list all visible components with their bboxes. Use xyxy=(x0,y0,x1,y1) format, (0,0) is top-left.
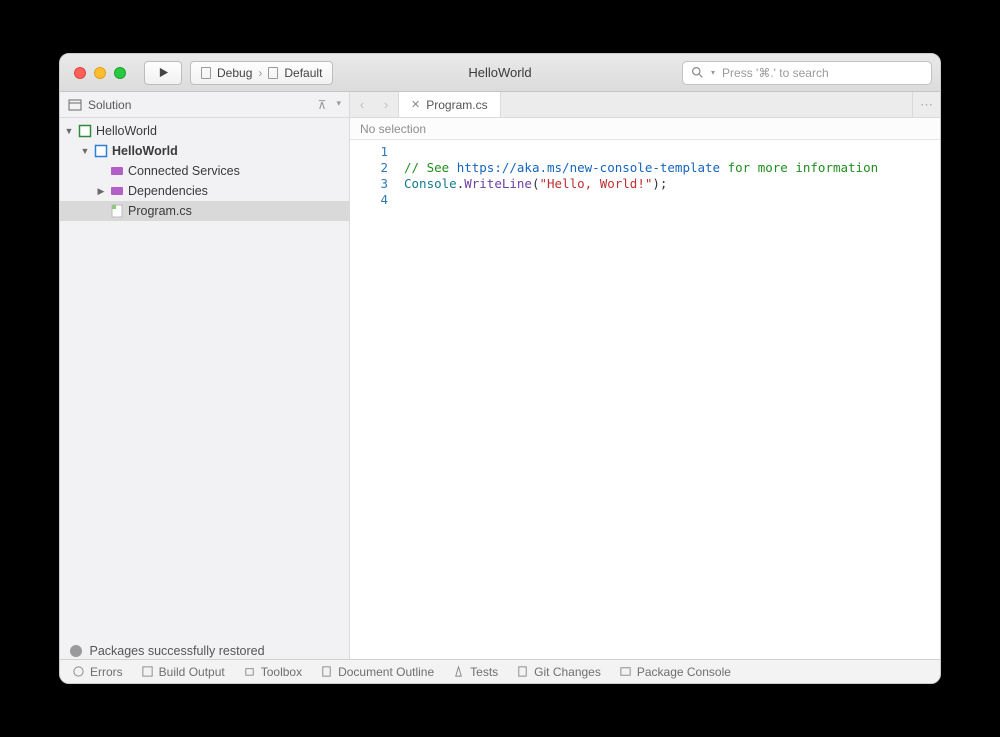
target-icon xyxy=(268,67,278,79)
disclosure-icon[interactable] xyxy=(80,146,90,156)
line-gutter: 1 2 3 4 xyxy=(350,140,398,659)
panel-build-output[interactable]: Build Output xyxy=(141,665,225,679)
tree-file-program[interactable]: Program.cs xyxy=(60,201,349,221)
document-outline-icon xyxy=(320,665,333,678)
tab-program[interactable]: ✕ Program.cs xyxy=(399,92,501,117)
code-editor[interactable]: 1 2 3 4 // See https://aka.ms/new-consol… xyxy=(350,140,940,659)
project-icon xyxy=(94,144,108,158)
project-label: HelloWorld xyxy=(112,144,178,158)
play-icon xyxy=(158,67,169,78)
tree-solution-node[interactable]: HelloWorld xyxy=(60,121,349,141)
sidebar-title: Solution xyxy=(88,98,131,112)
status-message: Packages successfully restored xyxy=(70,644,265,658)
chevron-down-icon: ▾ xyxy=(711,68,715,77)
solution-label: HelloWorld xyxy=(96,124,157,138)
search-placeholder: Press '⌘.' to search xyxy=(722,66,829,80)
build-target-label: Default xyxy=(284,66,322,80)
tab-overflow-button[interactable]: ⋯ xyxy=(912,92,940,117)
minimize-window-button[interactable] xyxy=(94,67,106,79)
line-number: 4 xyxy=(350,192,388,208)
package-console-icon xyxy=(619,665,632,678)
titlebar: Debug › Default HelloWorld ▾ Press '⌘.' … xyxy=(60,54,940,92)
file-label: Program.cs xyxy=(128,204,192,218)
search-input[interactable]: ▾ Press '⌘.' to search xyxy=(682,61,932,85)
close-tab-icon[interactable]: ✕ xyxy=(411,98,420,111)
nav-forward-button[interactable]: › xyxy=(374,92,398,117)
disclosure-icon[interactable] xyxy=(96,186,106,197)
build-config-selector[interactable]: Debug › Default xyxy=(190,61,333,85)
solution-tree: HelloWorld HelloWorld Connected Services… xyxy=(60,118,349,221)
window-controls xyxy=(74,67,126,79)
status-bar: Packages successfully restored Errors Bu… xyxy=(60,659,940,683)
nav-history: ‹ › xyxy=(350,92,399,117)
tree-dependencies[interactable]: Dependencies xyxy=(60,181,349,201)
build-config-label: Debug xyxy=(217,66,252,80)
chevron-down-icon[interactable]: ▾ xyxy=(336,98,341,112)
panel-errors[interactable]: Errors xyxy=(72,665,123,679)
search-icon xyxy=(691,66,704,79)
breadcrumb[interactable]: No selection xyxy=(350,118,940,140)
errors-icon xyxy=(72,665,85,678)
csharp-file-icon xyxy=(110,204,124,218)
separator: › xyxy=(258,66,262,80)
dependencies-label: Dependencies xyxy=(128,184,208,198)
panel-tests[interactable]: Tests xyxy=(452,665,498,679)
pin-icon[interactable]: ⊼ xyxy=(318,98,327,112)
dependencies-icon xyxy=(110,184,124,198)
run-button[interactable] xyxy=(144,61,182,85)
close-window-button[interactable] xyxy=(74,67,86,79)
solution-pad-icon xyxy=(68,98,82,112)
breadcrumb-label: No selection xyxy=(360,122,426,136)
editor-area: ‹ › ✕ Program.cs ⋯ No selection 1 2 3 4 xyxy=(350,92,940,659)
toolbox-icon xyxy=(243,665,256,678)
zoom-window-button[interactable] xyxy=(114,67,126,79)
tab-bar: ‹ › ✕ Program.cs ⋯ xyxy=(350,92,940,118)
sidebar-header: Solution ⊼ ▾ xyxy=(60,92,349,118)
panel-toolbox[interactable]: Toolbox xyxy=(243,665,302,679)
git-icon xyxy=(516,665,529,678)
ide-window: Debug › Default HelloWorld ▾ Press '⌘.' … xyxy=(59,53,941,684)
line-number: 3 xyxy=(350,176,388,192)
main-body: Solution ⊼ ▾ HelloWorld HelloWorld xyxy=(60,92,940,659)
line-number: 2 xyxy=(350,160,388,176)
panel-git-changes[interactable]: Git Changes xyxy=(516,665,601,679)
panel-document-outline[interactable]: Document Outline xyxy=(320,665,434,679)
line-number: 1 xyxy=(350,144,388,160)
status-dot-icon xyxy=(70,645,82,657)
tests-icon xyxy=(452,665,465,678)
solution-sidebar: Solution ⊼ ▾ HelloWorld HelloWorld xyxy=(60,92,350,659)
tab-label: Program.cs xyxy=(426,98,487,112)
build-output-icon xyxy=(141,665,154,678)
disclosure-icon[interactable] xyxy=(64,126,74,136)
solution-icon xyxy=(78,124,92,138)
config-icon xyxy=(201,67,211,79)
panel-package-console[interactable]: Package Console xyxy=(619,665,731,679)
tree-connected-services[interactable]: Connected Services xyxy=(60,161,349,181)
connected-services-icon xyxy=(110,164,124,178)
code-lines: // See https://aka.ms/new-console-templa… xyxy=(398,140,878,659)
tree-project-node[interactable]: HelloWorld xyxy=(60,141,349,161)
nav-back-button[interactable]: ‹ xyxy=(350,92,374,117)
connected-services-label: Connected Services xyxy=(128,164,240,178)
